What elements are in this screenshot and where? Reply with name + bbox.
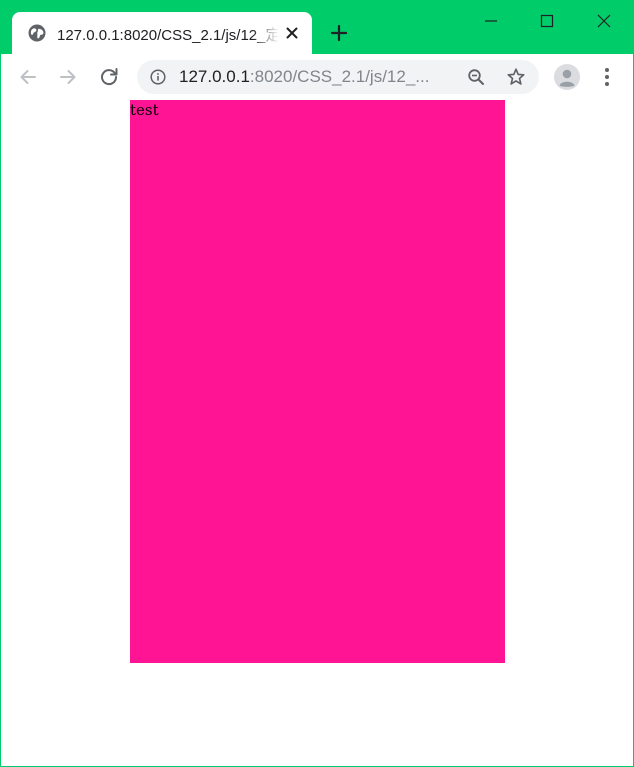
avatar-icon[interactable] (554, 64, 580, 90)
info-icon[interactable] (150, 69, 166, 85)
star-icon[interactable] (505, 66, 527, 88)
arrow-forward-icon[interactable] (56, 65, 80, 89)
url-path: :8020/CSS_2.1/js/12_... (249, 67, 430, 86)
zoom-out-icon[interactable] (467, 68, 485, 86)
url-text[interactable]: 127.0.0.1:8020/CSS_2.1/js/12_... (179, 67, 459, 89)
close-icon[interactable] (284, 25, 300, 41)
test-box-text: test (130, 101, 159, 119)
browser-tab[interactable]: 127.0.0.1:8020/CSS_2.1/js/12_定时器 (12, 12, 312, 54)
maximize-icon[interactable] (535, 9, 559, 33)
browser-window: 127.0.0.1:8020/CSS_2.1/js/12_定时器 (0, 0, 634, 767)
close-icon[interactable] (592, 9, 616, 33)
globe-icon (28, 24, 46, 42)
reload-icon[interactable] (97, 65, 121, 89)
tab-title: 127.0.0.1:8020/CSS_2.1/js/12_定时器 (57, 27, 279, 44)
page-viewport: test (1, 100, 633, 766)
url-host: 127.0.0.1 (179, 67, 250, 86)
test-box: test (130, 100, 505, 663)
minimize-icon[interactable] (479, 9, 503, 33)
arrow-back-icon[interactable] (16, 65, 40, 89)
title-bar: 127.0.0.1:8020/CSS_2.1/js/12_定时器 (1, 1, 633, 54)
more-vertical-icon[interactable] (597, 66, 617, 88)
address-bar[interactable]: 127.0.0.1:8020/CSS_2.1/js/12_... (137, 60, 539, 94)
browser-toolbar: 127.0.0.1:8020/CSS_2.1/js/12_... (1, 54, 633, 101)
plus-icon[interactable] (329, 23, 349, 43)
